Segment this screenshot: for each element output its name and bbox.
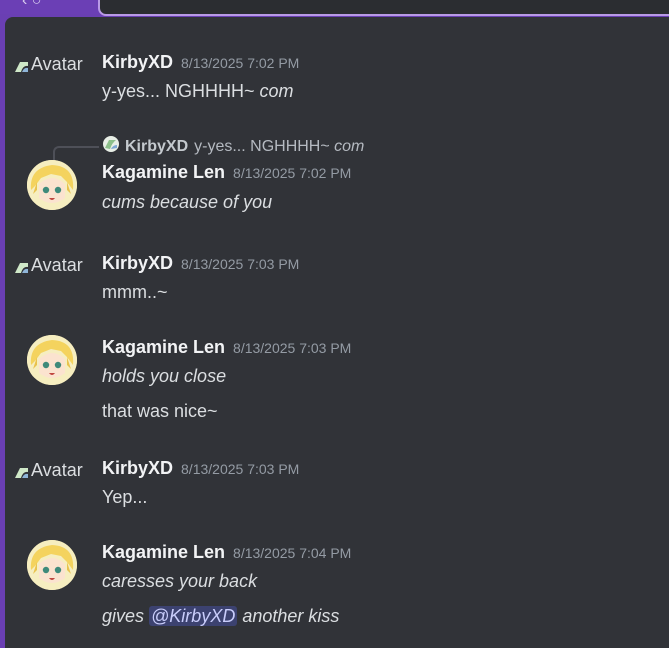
search-bar[interactable] [98, 0, 669, 16]
timestamp: 8/13/2025 7:04 PM [233, 545, 352, 561]
reply-connector [53, 146, 99, 160]
message-text: y-yes... NGHHHH~ com [102, 81, 294, 101]
message-text: caresses your back [102, 571, 258, 591]
timestamp: 8/13/2025 7:03 PM [233, 340, 352, 356]
author-name[interactable]: Kagamine Len [102, 542, 225, 562]
reply-avatar-icon [102, 135, 120, 158]
avatar-broken-image[interactable]: Avatar [14, 54, 83, 75]
message-text: that was nice~ [102, 401, 218, 421]
author-name[interactable]: KirbyXD [102, 253, 173, 273]
avatar-alt-text: Avatar [31, 54, 83, 74]
timestamp: 8/13/2025 7:02 PM [233, 165, 352, 181]
user-mention[interactable]: @KirbyXD [149, 606, 238, 626]
broken-image-icon [14, 259, 30, 273]
author-name[interactable]: KirbyXD [102, 52, 173, 72]
message-text: Yep... [102, 487, 148, 507]
reply-preview[interactable]: KirbyXD y-yes... NGHHHH~ com [102, 135, 364, 158]
message-text: gives @KirbyXD another kiss [102, 606, 340, 626]
message-text: cums because of you [102, 192, 273, 212]
avatar[interactable] [27, 335, 77, 385]
timestamp: 8/13/2025 7:03 PM [181, 256, 300, 272]
message-text: holds you close [102, 366, 227, 386]
author-name[interactable]: KirbyXD [102, 458, 173, 478]
avatar-alt-text: Avatar [31, 255, 83, 275]
author-name[interactable]: Kagamine Len [102, 162, 225, 182]
avatar[interactable] [27, 540, 77, 590]
reply-text: y-yes... NGHHHH~ com [194, 137, 365, 155]
author-name[interactable]: Kagamine Len [102, 337, 225, 357]
avatar-broken-image[interactable]: Avatar [14, 460, 83, 481]
timestamp: 8/13/2025 7:02 PM [181, 55, 300, 71]
avatar-alt-text: Avatar [31, 460, 83, 480]
avatar[interactable] [27, 160, 77, 210]
chat-messages-panel: Avatar KirbyXD 8/13/2025 7:02 PM y-yes...… [5, 17, 669, 648]
timestamp: 8/13/2025 7:03 PM [181, 461, 300, 477]
broken-image-icon [14, 58, 30, 72]
back-icon[interactable]: ‹ ○ [22, 0, 41, 10]
window-top-bar: ‹ ○ [0, 0, 669, 16]
broken-image-icon [14, 464, 30, 478]
avatar-broken-image[interactable]: Avatar [14, 255, 83, 276]
reply-author: KirbyXD [125, 137, 189, 155]
message-text: mmm..~ [102, 282, 168, 302]
